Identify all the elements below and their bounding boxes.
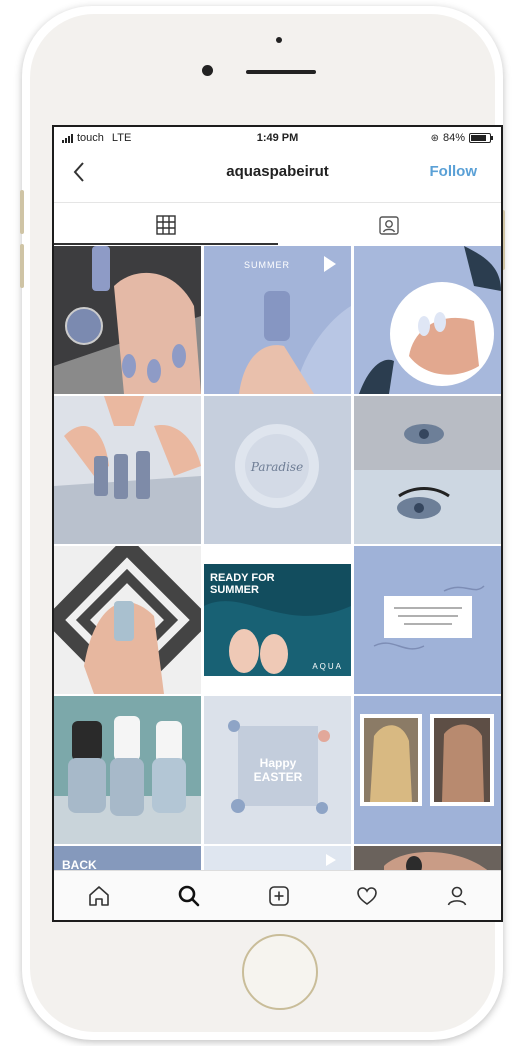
front-camera bbox=[202, 65, 213, 76]
nav-activity[interactable] bbox=[352, 881, 382, 911]
grid-gutter bbox=[351, 246, 354, 875]
post-tile[interactable] bbox=[354, 246, 501, 394]
volume-button bbox=[20, 190, 24, 234]
post-tile[interactable]: Paradise bbox=[204, 396, 351, 544]
earpiece-speaker bbox=[246, 70, 316, 74]
post-caption: SUMMER bbox=[244, 260, 290, 270]
nav-search[interactable] bbox=[174, 881, 204, 911]
post-tile[interactable] bbox=[354, 396, 501, 544]
post-tile[interactable] bbox=[354, 696, 501, 844]
proximity-sensor bbox=[276, 37, 282, 43]
home-icon bbox=[89, 886, 109, 906]
tab-grid[interactable] bbox=[54, 203, 278, 247]
status-bar: touch LTE 1:49 PM ⊛ 84% bbox=[54, 127, 501, 151]
nav-profile[interactable] bbox=[442, 881, 472, 911]
bottom-navigation bbox=[54, 870, 501, 920]
volume-button bbox=[20, 244, 24, 288]
post-tile[interactable] bbox=[54, 696, 201, 844]
phone-screen: touch LTE 1:49 PM ⊛ 84% aquaspabeirut Fo… bbox=[52, 125, 503, 922]
profile-icon bbox=[447, 886, 467, 906]
lock-rotation-icon: ⊛ bbox=[430, 132, 439, 144]
grid-gutter bbox=[54, 694, 501, 696]
post-tile[interactable] bbox=[354, 546, 501, 694]
add-post-icon bbox=[269, 886, 289, 906]
follow-button[interactable]: Follow bbox=[430, 163, 478, 180]
grid-gutter bbox=[54, 394, 501, 396]
post-tile[interactable] bbox=[54, 546, 201, 694]
post-tile[interactable]: Happy EASTER bbox=[204, 696, 351, 844]
tagged-person-icon bbox=[379, 216, 399, 235]
post-caption: Paradise bbox=[250, 460, 304, 474]
grid-gutter bbox=[54, 544, 501, 546]
active-tab-indicator bbox=[54, 243, 278, 245]
posts-grid: SUMMER Paradise READY FOR SUMMER AQUA Ha… bbox=[54, 246, 501, 875]
tab-tagged[interactable] bbox=[278, 203, 502, 247]
nav-add-post[interactable] bbox=[264, 881, 294, 911]
grid-icon bbox=[156, 215, 176, 235]
post-tile[interactable] bbox=[54, 246, 201, 394]
battery-icon bbox=[469, 133, 493, 143]
post-tile[interactable]: SUMMER bbox=[204, 246, 351, 394]
heart-icon bbox=[357, 887, 377, 905]
profile-header: aquaspabeirut Follow bbox=[54, 155, 501, 191]
battery-percent: 84% bbox=[442, 132, 465, 144]
post-tile[interactable] bbox=[54, 396, 201, 544]
post-tile[interactable]: READY FOR SUMMER AQUA bbox=[204, 546, 351, 694]
post-brand: AQUA bbox=[312, 662, 343, 671]
nav-home[interactable] bbox=[84, 881, 114, 911]
profile-tabs bbox=[54, 202, 501, 247]
grid-gutter bbox=[54, 844, 501, 846]
grid-gutter bbox=[201, 246, 204, 875]
search-icon bbox=[178, 885, 200, 907]
home-button[interactable] bbox=[242, 934, 318, 1010]
post-caption: Happy EASTER bbox=[253, 756, 303, 784]
post-caption: READY FOR SUMMER bbox=[210, 572, 275, 596]
